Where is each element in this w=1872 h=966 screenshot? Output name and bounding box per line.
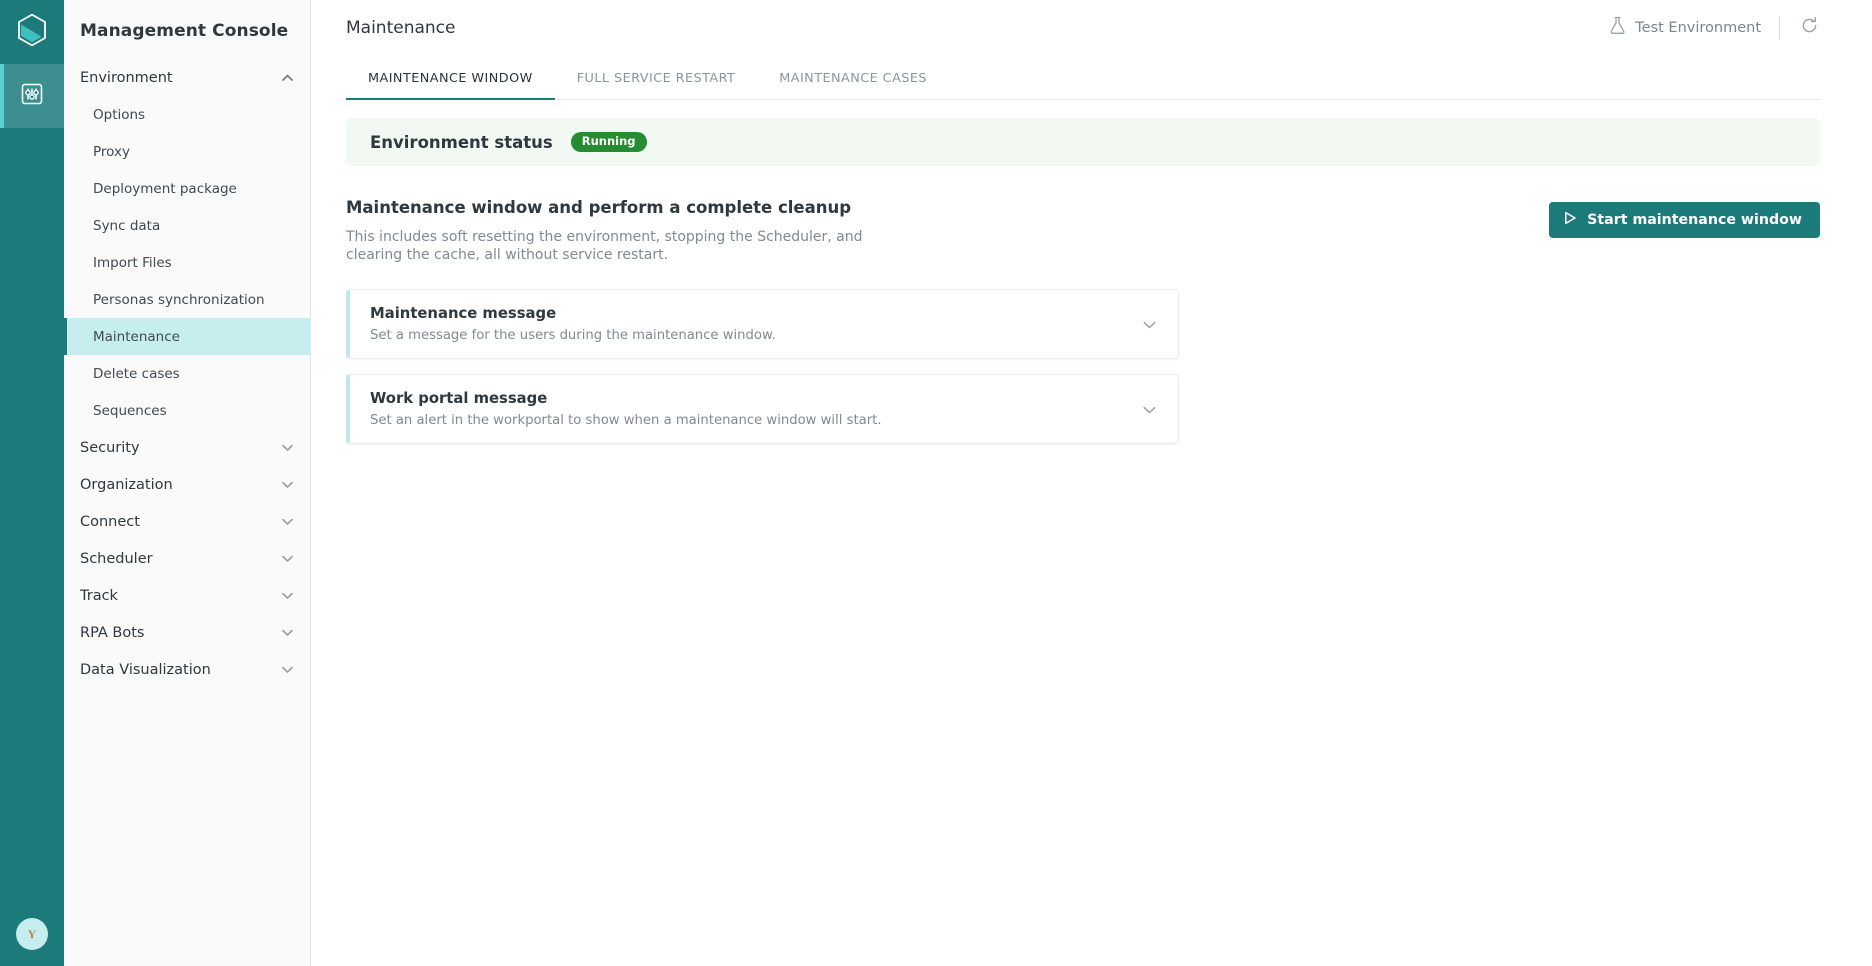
avatar[interactable]: Y — [16, 918, 48, 950]
app-logo[interactable] — [0, 0, 64, 64]
status-badge: Running — [570, 131, 647, 153]
sidebar-item-label: Import Files — [93, 254, 172, 271]
sliders-settings-icon — [18, 80, 46, 112]
refresh-icon — [1800, 16, 1819, 39]
panel-title: Work portal message — [370, 389, 548, 407]
app-root: Y Management Console Environment Options… — [0, 0, 1872, 966]
rail-item-settings[interactable] — [0, 64, 64, 128]
environment-indicator[interactable]: Test Environment — [1609, 16, 1761, 39]
panel-title: Maintenance message — [370, 304, 557, 322]
chevron-down-icon — [280, 515, 294, 529]
sidebar-title: Management Console — [80, 21, 289, 41]
chevron-down-icon — [280, 589, 294, 603]
sidebar-item-label: Delete cases — [93, 365, 180, 382]
accordion-maintenance-message[interactable]: Maintenance message Set a message for th… — [346, 288, 1179, 359]
chevron-up-icon — [280, 71, 294, 85]
sidebar-item-sequences[interactable]: Sequences — [64, 392, 310, 429]
chevron-down-icon — [280, 441, 294, 455]
refresh-button[interactable] — [1798, 17, 1820, 39]
tab-full-service-restart[interactable]: FULL SERVICE RESTART — [555, 56, 758, 100]
sidebar-item-label: Sync data — [93, 217, 161, 234]
tab-bar: MAINTENANCE WINDOW FULL SERVICE RESTART … — [311, 55, 1872, 100]
section-description: This includes soft resetting the environ… — [346, 229, 863, 264]
section-text: Maintenance window and perform a complet… — [346, 198, 1549, 265]
chevron-down-icon — [280, 663, 294, 677]
topbar: Maintenance Test Environment — [311, 0, 1872, 55]
section-title: Maintenance window and perform a complet… — [346, 198, 852, 217]
sidebar-item-deployment-package[interactable]: Deployment package — [64, 170, 310, 207]
environment-status-card: Environment status Running — [346, 118, 1820, 166]
sidebar-item-proxy[interactable]: Proxy — [64, 133, 310, 170]
sidebar-group-rpa-bots[interactable]: RPA Bots — [64, 614, 310, 651]
environment-label: Test Environment — [1635, 19, 1761, 36]
play-icon — [1563, 211, 1577, 229]
divider — [1779, 16, 1780, 39]
avatar-container: Y — [0, 918, 64, 950]
sidebar-group-label: Scheduler — [80, 550, 153, 567]
sidebar-item-label: Sequences — [93, 402, 167, 419]
sidebar-group-scheduler[interactable]: Scheduler — [64, 540, 310, 577]
page-title: Maintenance — [346, 17, 456, 38]
chevron-down-icon[interactable] — [1143, 314, 1156, 333]
panel-description: Set a message for the users during the m… — [370, 327, 776, 343]
sidebar-item-label: Personas synchronization — [93, 291, 265, 308]
topbar-actions: Test Environment — [1609, 0, 1820, 55]
environment-status-label: Environment status — [370, 132, 553, 152]
sidebar-nav: Environment Options Proxy Deployment pac… — [64, 59, 310, 688]
tab-label: MAINTENANCE WINDOW — [368, 70, 533, 86]
sidebar-group-label: Organization — [80, 476, 173, 493]
panel-text: Maintenance message Set a message for th… — [370, 305, 1143, 343]
chevron-down-icon[interactable] — [1143, 399, 1156, 418]
sidebar-group-environment[interactable]: Environment — [64, 59, 310, 96]
sidebar-group-label: RPA Bots — [80, 624, 145, 641]
sidebar-item-sync-data[interactable]: Sync data — [64, 207, 310, 244]
sidebar-item-label: Options — [93, 106, 146, 123]
panel-text: Work portal message Set an alert in the … — [370, 390, 1143, 428]
sidebar-item-label: Deployment package — [93, 180, 237, 197]
main-content: Maintenance Test Environment MAINTENANCE… — [311, 0, 1872, 966]
sidebar-item-import-files[interactable]: Import Files — [64, 244, 310, 281]
icon-rail: Y — [0, 0, 64, 966]
sidebar-group-label: Connect — [80, 513, 140, 530]
chevron-down-icon — [280, 478, 294, 492]
sidebar: Management Console Environment Options P… — [64, 0, 311, 966]
flask-icon — [1609, 16, 1626, 39]
tab-label: MAINTENANCE CASES — [779, 70, 927, 86]
button-label: Start maintenance window — [1587, 212, 1802, 228]
sidebar-group-label: Environment — [80, 69, 173, 86]
sidebar-group-label: Security — [80, 439, 140, 456]
accordion-list: Maintenance message Set a message for th… — [346, 288, 1820, 444]
accordion-work-portal-message[interactable]: Work portal message Set an alert in the … — [346, 373, 1179, 444]
sidebar-item-label: Proxy — [93, 143, 130, 160]
hexagon-logo-icon — [17, 13, 47, 51]
tab-label: FULL SERVICE RESTART — [576, 70, 736, 86]
tab-maintenance-cases[interactable]: MAINTENANCE CASES — [757, 56, 949, 100]
sidebar-group-security[interactable]: Security — [64, 429, 310, 466]
sidebar-item-delete-cases[interactable]: Delete cases — [64, 355, 310, 392]
sidebar-group-label: Track — [80, 587, 118, 604]
sidebar-group-track[interactable]: Track — [64, 577, 310, 614]
chevron-down-icon — [280, 552, 294, 566]
chevron-down-icon — [280, 626, 294, 640]
sidebar-group-organization[interactable]: Organization — [64, 466, 310, 503]
sidebar-item-personas-synchronization[interactable]: Personas synchronization — [64, 281, 310, 318]
sidebar-group-data-visualization[interactable]: Data Visualization — [64, 651, 310, 688]
sidebar-item-label: Maintenance — [93, 328, 180, 345]
sidebar-group-label: Data Visualization — [80, 661, 211, 678]
start-maintenance-window-button[interactable]: Start maintenance window — [1549, 202, 1820, 238]
content-area: Environment status Running Maintenance w… — [311, 100, 1872, 444]
tab-maintenance-window[interactable]: MAINTENANCE WINDOW — [346, 56, 555, 100]
sidebar-group-connect[interactable]: Connect — [64, 503, 310, 540]
maintenance-window-section: Maintenance window and perform a complet… — [346, 198, 1820, 265]
sidebar-item-options[interactable]: Options — [64, 96, 310, 133]
panel-description: Set an alert in the workportal to show w… — [370, 412, 882, 428]
sidebar-item-maintenance[interactable]: Maintenance — [64, 318, 310, 355]
